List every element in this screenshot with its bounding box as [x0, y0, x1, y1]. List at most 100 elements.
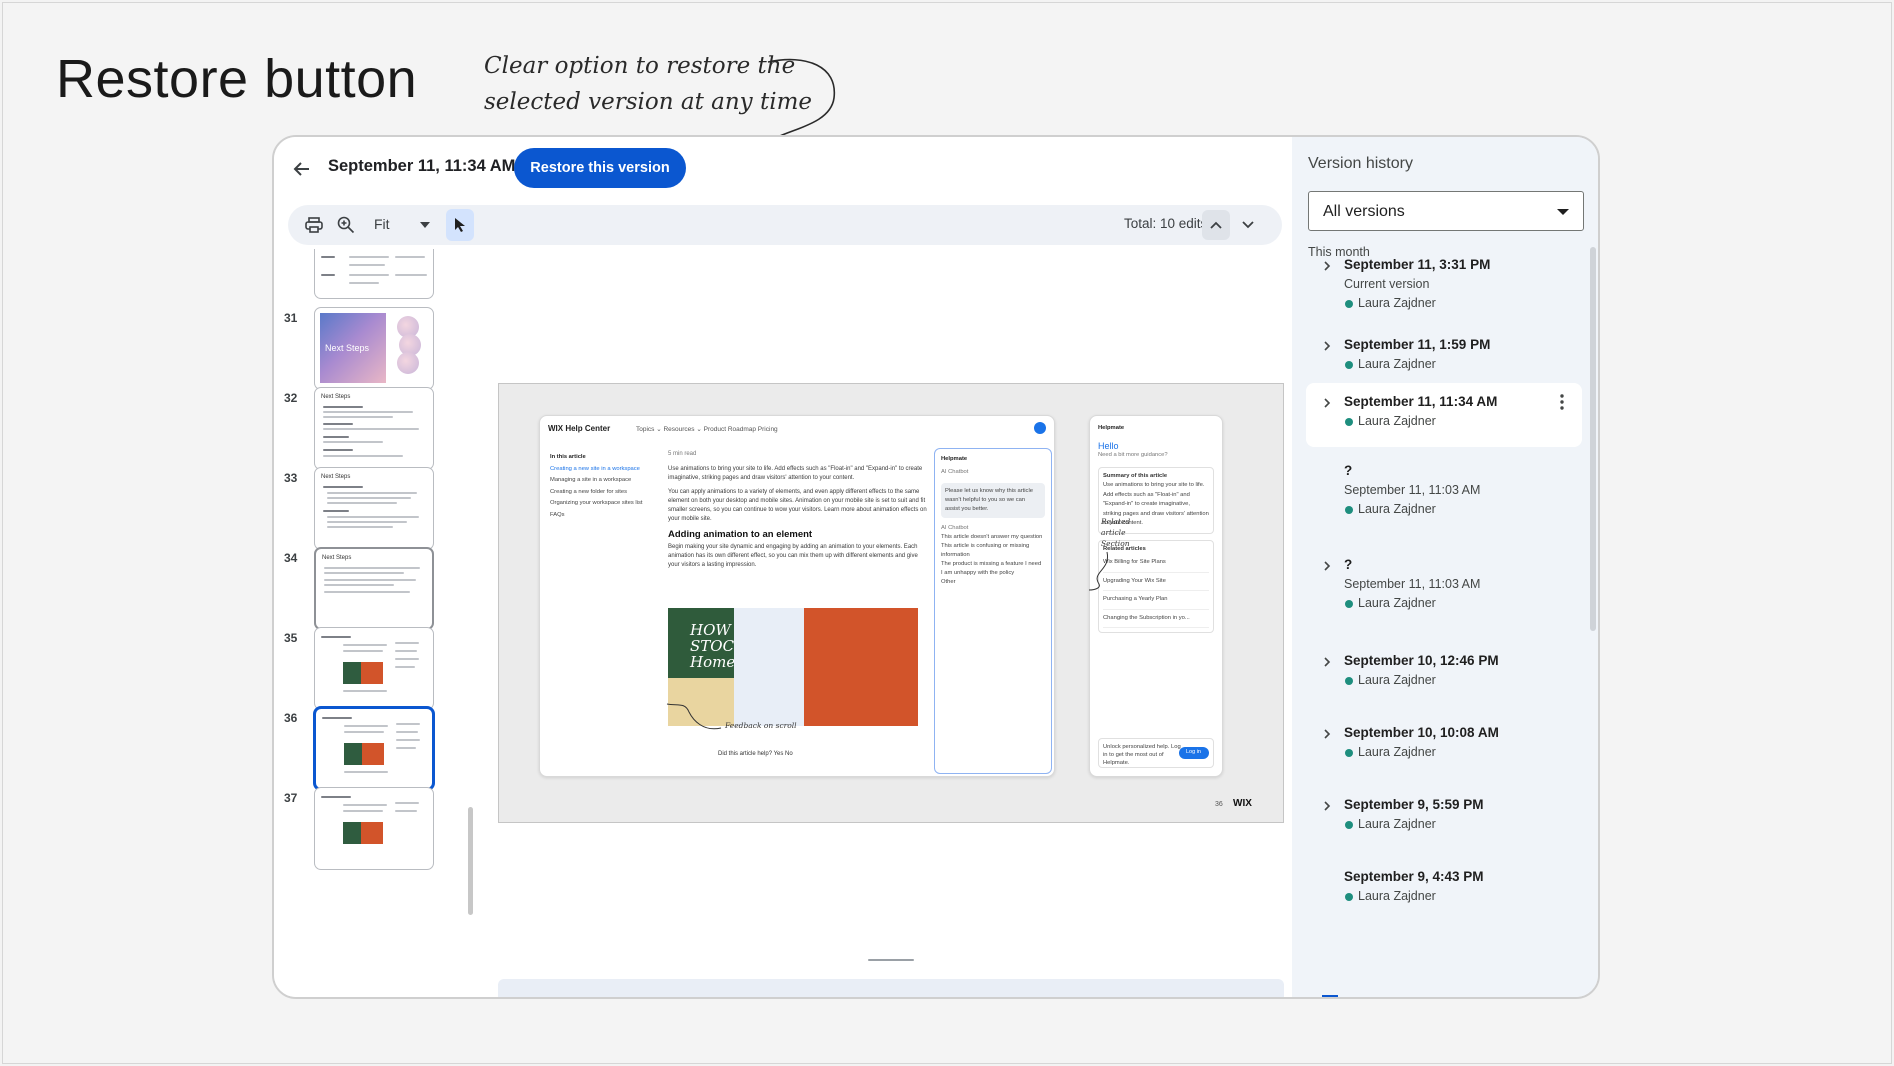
- version-author: Laura Zajdner: [1358, 357, 1436, 371]
- article-sidebar-item: Managing a site in a workspace: [550, 477, 632, 484]
- version-author: Laura Zajdner: [1358, 673, 1436, 687]
- slide-number: 32: [284, 391, 298, 405]
- related-section-note: Related article Section: [1101, 517, 1131, 548]
- version-entry[interactable]: September 9, 4:43 PM Laura Zajdner: [1306, 863, 1582, 917]
- login-text: Unlock personalized help. Log in to get …: [1103, 744, 1181, 766]
- slide-thumbnail-32[interactable]: Next Steps: [314, 387, 434, 470]
- version-title: September 11, 11:34 AM: [328, 157, 516, 175]
- version-entry-selected[interactable]: September 11, 11:34 AM Laura Zajdner: [1306, 383, 1582, 447]
- chevron-down-icon[interactable]: [1234, 210, 1262, 240]
- chevron-right-icon[interactable]: [1322, 561, 1332, 571]
- zoom-select[interactable]: Fit: [374, 216, 390, 232]
- version-name: September 11, 11:34 AM: [1344, 394, 1498, 409]
- article-body-text: Begin making your site dynamic and engag…: [668, 544, 918, 568]
- chat-bubble: Please let us know why this article wasn…: [941, 483, 1045, 518]
- related-link: Upgrading Your Wix Site: [1103, 573, 1209, 591]
- version-name: September 10, 12:46 PM: [1344, 653, 1499, 668]
- panel-footer-indicator: [1322, 995, 1338, 997]
- author-color-dot: [1345, 361, 1353, 369]
- helpmate-summary-title: Summary of this article: [1103, 472, 1168, 479]
- chevron-down-icon[interactable]: [420, 222, 430, 228]
- article-heading: Adding animation to an element: [668, 529, 813, 540]
- article-sidebar-item: Creating a new folder for sites: [550, 488, 628, 495]
- author-color-dot: [1345, 677, 1353, 685]
- chevron-right-icon[interactable]: [1322, 801, 1332, 811]
- chevron-right-icon[interactable]: [1322, 398, 1332, 408]
- chevron-right-icon[interactable]: [1322, 729, 1332, 739]
- version-author: Laura Zajdner: [1358, 596, 1436, 610]
- versions-filter-dropdown[interactable]: All versions: [1308, 191, 1584, 231]
- login-button-label: Log in: [1186, 749, 1201, 755]
- slide-title: Next Steps: [321, 394, 351, 400]
- feedback-note: Feedback on scroll: [725, 721, 797, 730]
- cursor-arrow-icon[interactable]: [446, 209, 474, 241]
- chat-panel: Helpmate AI Chatbot Please let us know w…: [934, 448, 1052, 774]
- page-heading: Restore button: [56, 49, 418, 109]
- chat-option: The product is missing a feature I need: [941, 561, 1042, 567]
- version-name: ?: [1344, 557, 1353, 572]
- slide-number: 36: [284, 711, 298, 725]
- version-entry[interactable]: ? September 11, 11:03 AM Laura Zajdner: [1306, 457, 1582, 533]
- chevron-right-icon[interactable]: [1322, 657, 1332, 667]
- total-edits-label: Total: 10 edits: [1124, 216, 1208, 231]
- slide-thumbnail-36[interactable]: [314, 707, 434, 790]
- chevron-up-icon[interactable]: [1202, 210, 1230, 240]
- slide-thumbnail-34[interactable]: Next Steps: [314, 547, 434, 630]
- author-color-dot: [1345, 893, 1353, 901]
- slide-thumbnail-31[interactable]: Next Steps: [314, 307, 434, 390]
- helpmate-panel-mock: Helpmate Hello Need a bit more guidance?…: [1089, 415, 1223, 777]
- chat-option: Other: [941, 579, 956, 585]
- version-entry[interactable]: September 10, 10:08 AM Laura Zajdner: [1306, 719, 1582, 773]
- slide-title: Next Steps: [325, 343, 370, 353]
- version-entry[interactable]: September 11, 1:59 PM Laura Zajdner: [1306, 331, 1582, 385]
- article-sidebar-item: Creating a new site in a workspace: [550, 465, 640, 472]
- slide-thumbnail-33[interactable]: Next Steps: [314, 467, 434, 550]
- more-vert-icon[interactable]: [1560, 394, 1564, 410]
- version-entry[interactable]: ? September 11, 11:03 AM Laura Zajdner: [1306, 551, 1582, 627]
- slide-thumbnail-30[interactable]: [314, 249, 434, 299]
- printer-icon[interactable]: [302, 213, 326, 237]
- author-color-dot: [1345, 749, 1353, 757]
- chevron-right-icon[interactable]: [1322, 261, 1332, 271]
- article-meta: 5 min read: [668, 451, 697, 457]
- zoom-in-icon[interactable]: [334, 213, 358, 237]
- author-color-dot: [1345, 821, 1353, 829]
- thumbnail-scrollbar[interactable]: [468, 807, 473, 915]
- article-sidebar-item: Organizing your workspace sites list: [550, 500, 643, 507]
- author-color-dot: [1345, 300, 1353, 308]
- version-author: Laura Zajdner: [1358, 745, 1436, 759]
- top-bar: September 11, 11:34 AM Restore this vers…: [274, 137, 1292, 199]
- slide-number: 37: [284, 791, 298, 805]
- arrow-left-icon[interactable]: [288, 155, 316, 183]
- chat-title: Helpmate: [941, 456, 968, 462]
- version-date: September 11, 11:03 AM: [1344, 483, 1481, 497]
- author-color-dot: [1345, 506, 1353, 514]
- version-author: Laura Zajdner: [1358, 502, 1436, 516]
- chevron-right-icon[interactable]: [1322, 341, 1332, 351]
- related-link: Wix Billing for Site Plans: [1103, 554, 1209, 573]
- article-sidebar: In this article Creating a new site in a…: [550, 452, 658, 522]
- panel-scrollbar[interactable]: [1590, 247, 1596, 631]
- article-sidebar-item: FAQs: [550, 511, 565, 518]
- version-name: September 9, 5:59 PM: [1344, 797, 1484, 812]
- version-author: Laura Zajdner: [1358, 414, 1436, 428]
- version-entry[interactable]: September 11, 3:31 PM Current version La…: [1306, 251, 1582, 327]
- slide-thumbnail-35[interactable]: [314, 627, 434, 710]
- orb-image: [397, 352, 419, 374]
- chat-option: This article is confusing or missing inf…: [941, 543, 1030, 558]
- slide-thumbnail-37[interactable]: [314, 787, 434, 870]
- helpmate-title: Helpmate: [1098, 425, 1125, 431]
- version-entry[interactable]: September 10, 12:46 PM Laura Zajdner: [1306, 647, 1582, 701]
- chat-tag: AI Chatbot: [941, 525, 969, 531]
- restore-version-button[interactable]: Restore this version: [514, 148, 686, 188]
- slide-number: 33: [284, 471, 298, 485]
- related-note-arrow: [1088, 551, 1108, 591]
- help-center-mock: WIX Help Center Topics ⌄ Resources ⌄ Pro…: [539, 415, 1055, 777]
- slide-canvas: WIX Help Center Topics ⌄ Resources ⌄ Pro…: [498, 383, 1284, 823]
- slide-number: 35: [284, 631, 298, 645]
- canvas-resize-handle[interactable]: [868, 959, 914, 961]
- version-name: September 11, 3:31 PM: [1344, 257, 1491, 272]
- version-entry[interactable]: September 9, 5:59 PM Laura Zajdner: [1306, 791, 1582, 845]
- slide-title: Next Steps: [321, 474, 351, 480]
- version-name: September 9, 4:43 PM: [1344, 869, 1484, 884]
